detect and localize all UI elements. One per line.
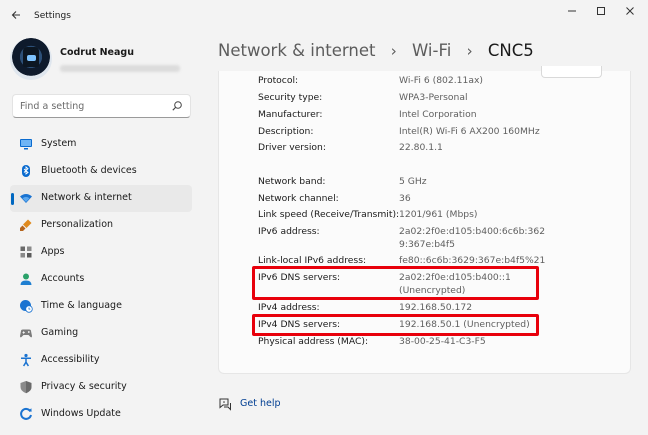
maximize-button[interactable] — [589, 6, 613, 20]
breadcrumb-separator: › — [466, 41, 473, 60]
gamepad-icon — [20, 329, 32, 338]
breadcrumb: Network & internet › Wi-Fi › CNC5 — [218, 40, 534, 64]
minimize-icon — [568, 10, 576, 12]
minimize-button[interactable] — [560, 6, 584, 20]
ipv6-address-value-cont: 9:367e:b4f5 — [399, 239, 455, 250]
link-speed-label: Link speed (Receive/Transmit): — [258, 209, 400, 220]
driver-version-value: 22.80.1.1 — [399, 142, 443, 153]
mac-address-label: Physical address (MAC): — [258, 336, 369, 347]
account-icon — [20, 273, 32, 285]
search-icon[interactable] — [171, 100, 183, 112]
sidebar-item-label: Apps — [41, 246, 65, 257]
breadcrumb-separator: › — [390, 41, 397, 60]
sidebar-item-label: Windows Update — [41, 408, 121, 419]
sidebar-nav: System Bluetooth & devices Network & int… — [10, 131, 192, 428]
sidebar-item-privacy[interactable]: Privacy & security — [10, 374, 192, 401]
link-local-ipv6-label: Link-local IPv6 address: — [258, 255, 367, 266]
sidebar-item-label: Accounts — [41, 273, 85, 284]
search-box[interactable] — [12, 94, 191, 118]
sidebar-item-time-language[interactable]: Time & language — [10, 293, 192, 320]
sidebar-item-system[interactable]: System — [10, 131, 192, 158]
sidebar-item-gaming[interactable]: Gaming — [10, 320, 192, 347]
globe-clock-icon — [20, 300, 33, 313]
maximize-icon — [597, 7, 605, 15]
back-arrow-icon — [11, 11, 20, 19]
protocol-label: Protocol: — [258, 75, 299, 86]
profile-name: Codrut Neagu — [60, 47, 134, 58]
ipv6-address-label: IPv6 address: — [258, 226, 320, 237]
back-button[interactable] — [8, 9, 24, 25]
manufacturer-value: Intel Corporation — [399, 109, 477, 120]
sidebar-item-accounts[interactable]: Accounts — [10, 266, 192, 293]
ipv6-address-value: 2a02:2f0e:d105:b400:6c6b:362 — [399, 226, 546, 237]
sidebar-item-label: Bluetooth & devices — [41, 165, 137, 176]
sidebar-item-label: Personalization — [41, 219, 114, 230]
protocol-value: Wi-Fi 6 (802.11ax) — [399, 75, 483, 86]
sidebar-item-label: Network & internet — [41, 192, 132, 203]
monitor-icon — [20, 139, 32, 150]
sidebar-item-label: Time & language — [41, 300, 122, 311]
bluetooth-icon — [22, 165, 30, 177]
get-help-link[interactable]: Get help — [240, 398, 281, 409]
sidebar-item-personalization[interactable]: Personalization — [10, 212, 192, 239]
close-icon — [626, 7, 634, 15]
network-band-label: Network band: — [258, 176, 326, 187]
sidebar-item-label: System — [41, 138, 77, 149]
mac-address-value: 38-00-25-41-C3-F5 — [399, 336, 486, 347]
breadcrumb-item-wifi[interactable]: Wi-Fi — [412, 41, 451, 60]
breadcrumb-item-network[interactable]: Network & internet — [218, 41, 375, 60]
network-channel-value: 36 — [399, 193, 411, 204]
avatar — [10, 38, 52, 80]
search-input[interactable] — [20, 99, 170, 114]
network-channel-label: Network channel: — [258, 193, 339, 204]
sidebar-item-label: Accessibility — [41, 354, 100, 365]
user-profile[interactable]: Codrut Neagu — [10, 38, 200, 88]
windows-update-icon — [20, 407, 32, 420]
copy-button[interactable] — [541, 66, 602, 78]
description-value: Intel(R) Wi-Fi 6 AX200 160MHz — [399, 126, 540, 137]
link-speed-value: 1201/961 (Mbps) — [399, 209, 478, 220]
ipv6-dns-highlight-box — [252, 266, 539, 300]
ipv4-dns-highlight-box — [252, 314, 539, 336]
title-bar: Settings — [0, 0, 648, 34]
shield-icon — [20, 381, 32, 394]
page-title: CNC5 — [487, 41, 534, 60]
ipv4-address-label: IPv4 address: — [258, 302, 320, 313]
network-band-value: 5 GHz — [399, 176, 427, 187]
security-type-label: Security type: — [258, 92, 323, 103]
sidebar-item-network[interactable]: Network & internet — [10, 185, 192, 212]
wifi-icon — [20, 194, 32, 203]
paintbrush-icon — [20, 219, 32, 231]
manufacturer-label: Manufacturer: — [258, 109, 323, 120]
sidebar-item-label: Gaming — [41, 327, 79, 338]
sidebar-item-label: Privacy & security — [41, 381, 127, 392]
active-indicator — [11, 193, 14, 205]
accessibility-icon — [21, 353, 31, 367]
close-button[interactable] — [618, 6, 642, 20]
profile-email-redacted — [60, 65, 180, 72]
app-title: Settings — [34, 11, 71, 21]
security-type-value: WPA3-Personal — [399, 92, 468, 103]
sidebar-item-accessibility[interactable]: Accessibility — [10, 347, 192, 374]
sidebar-item-bluetooth[interactable]: Bluetooth & devices — [10, 158, 192, 185]
ipv4-address-value: 192.168.50.172 — [399, 302, 473, 313]
driver-version-label: Driver version: — [258, 142, 326, 153]
help-chat-icon — [219, 398, 231, 411]
sidebar-item-apps[interactable]: Apps — [10, 239, 192, 266]
sidebar-item-windows-update[interactable]: Windows Update — [10, 401, 192, 428]
apps-icon — [20, 246, 32, 258]
description-label: Description: — [258, 126, 314, 137]
